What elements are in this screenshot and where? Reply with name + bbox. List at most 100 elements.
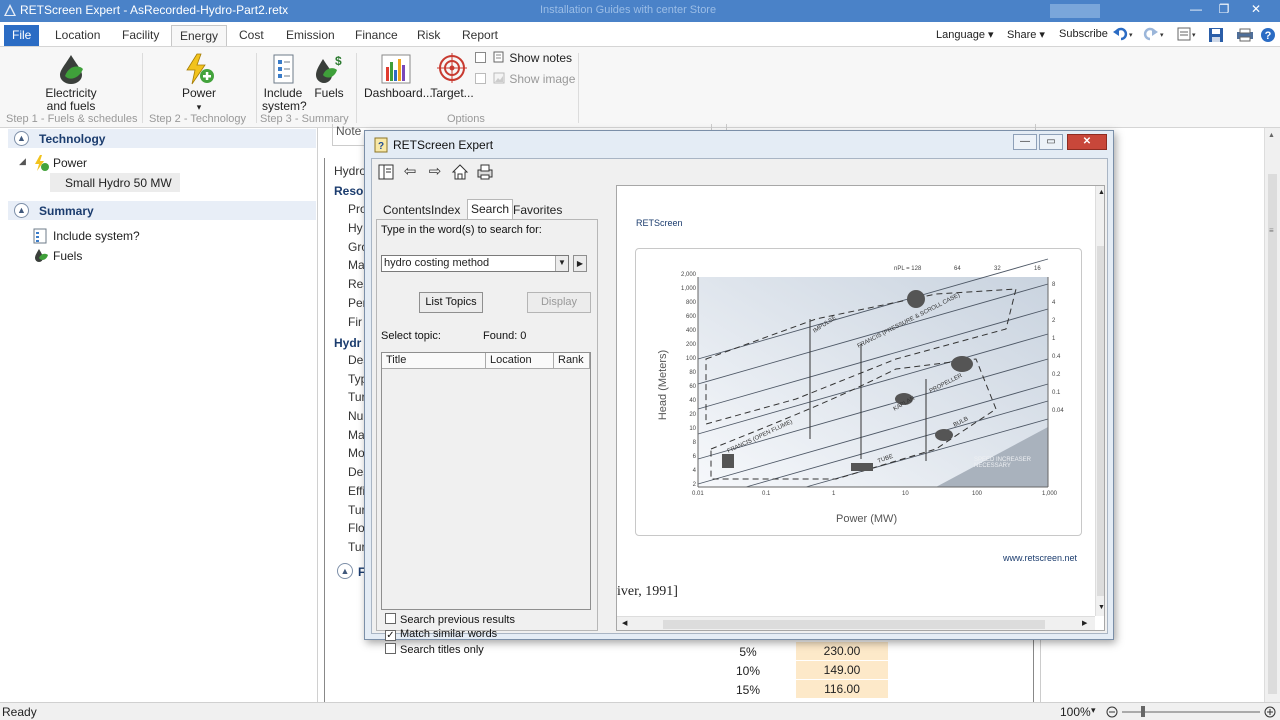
ribbon-separator bbox=[356, 53, 357, 123]
help-tab-contents[interactable]: Contents bbox=[380, 201, 434, 219]
show-image-checkbox[interactable]: Show image bbox=[475, 72, 575, 86]
home-icon[interactable] bbox=[450, 163, 470, 183]
pct-label: 15% bbox=[735, 683, 761, 697]
fuels-icon: $ bbox=[316, 54, 342, 83]
tree-item-small-hydro[interactable]: Small Hydro 50 MW bbox=[65, 176, 172, 190]
tab-risk[interactable]: Risk bbox=[409, 25, 448, 46]
status-bar: Ready 100% ▾ bbox=[0, 702, 1280, 720]
help-tab-index[interactable]: Index bbox=[428, 201, 463, 219]
search-previous-checkbox[interactable]: Search previous results bbox=[385, 613, 515, 626]
column-header-rank[interactable]: Rank bbox=[554, 353, 590, 369]
search-dropdown-icon[interactable]: ▼ bbox=[555, 256, 568, 271]
hide-pane-icon[interactable] bbox=[376, 163, 396, 183]
fuels-button[interactable]: $ Fuels bbox=[312, 53, 346, 100]
save-icon[interactable] bbox=[1208, 27, 1224, 43]
group-label-step1: Step 1 - Fuels & schedules bbox=[6, 113, 138, 125]
target-button[interactable]: Target... bbox=[430, 53, 474, 100]
print-icon[interactable] bbox=[475, 163, 495, 183]
tab-file[interactable]: File bbox=[4, 25, 40, 46]
y-tick-label: 40 bbox=[689, 398, 696, 404]
scroll-up-icon[interactable]: ▲ bbox=[1098, 189, 1104, 196]
scroll-thumb[interactable] bbox=[1097, 246, 1104, 596]
power-button[interactable]: Power ▾ bbox=[176, 53, 222, 114]
row-label: Ma bbox=[348, 428, 365, 442]
scroll-down-icon[interactable]: ▼ bbox=[1098, 604, 1104, 611]
group-label-step2: Step 2 - Technology bbox=[149, 113, 247, 125]
content-vertical-scrollbar[interactable]: ▲ ▼ bbox=[1095, 186, 1104, 616]
match-similar-checkbox[interactable]: ✓ Match similar words bbox=[385, 628, 497, 641]
help-close-button[interactable]: ✕ bbox=[1067, 134, 1107, 150]
zoom-in-icon[interactable] bbox=[1264, 706, 1276, 718]
electricity-fuels-button[interactable]: Electricity and fuels bbox=[40, 53, 102, 113]
summary-section-header[interactable]: ▲ Summary bbox=[8, 201, 316, 220]
tab-facility[interactable]: Facility bbox=[114, 25, 167, 46]
close-button[interactable]: ✕ bbox=[1242, 0, 1270, 20]
collapse-icon[interactable]: ▲ bbox=[14, 203, 29, 218]
right-tick-label: 8 bbox=[1052, 282, 1056, 288]
minimize-button[interactable]: — bbox=[1182, 0, 1210, 20]
main-vertical-scrollbar[interactable]: ▲ ≡ bbox=[1264, 128, 1280, 702]
column-header-location[interactable]: Location bbox=[486, 353, 554, 369]
y-tick-label: 600 bbox=[685, 314, 696, 320]
scroll-right-icon[interactable]: ▶ bbox=[1082, 619, 1087, 627]
help-minimize-button[interactable]: — bbox=[1013, 134, 1037, 150]
undo-icon[interactable]: ▾ bbox=[1112, 26, 1136, 42]
scroll-up-icon[interactable]: ▲ bbox=[1268, 132, 1275, 139]
tree-item-power[interactable]: Power bbox=[53, 156, 87, 170]
value-cell[interactable]: 230.00 bbox=[796, 642, 888, 660]
include-system-button[interactable]: Include system? bbox=[262, 53, 307, 113]
share-menu[interactable]: Share ▾ bbox=[1007, 28, 1045, 41]
tab-cost[interactable]: Cost bbox=[231, 25, 272, 46]
zoom-out-icon[interactable] bbox=[1106, 706, 1118, 718]
search-titles-checkbox[interactable]: Search titles only bbox=[385, 643, 484, 656]
list-topics-button[interactable]: List Topics bbox=[419, 292, 483, 313]
bulb-turbine-icon bbox=[935, 429, 953, 441]
tree-item-include-system[interactable]: Include system? bbox=[53, 229, 140, 243]
background-window-title: Installation Guides with center Store bbox=[540, 4, 717, 16]
help-tab-favorites[interactable]: Favorites bbox=[510, 201, 565, 219]
citation-text: iver, 1991] bbox=[617, 584, 678, 599]
scroll-thumb[interactable] bbox=[1268, 174, 1277, 694]
search-go-icon[interactable]: ▶ bbox=[573, 255, 587, 272]
tab-location[interactable]: Location bbox=[47, 25, 108, 46]
collapse-icon[interactable]: ▲ bbox=[337, 563, 353, 579]
tab-emission[interactable]: Emission bbox=[278, 25, 343, 46]
value-cell[interactable]: 149.00 bbox=[796, 661, 888, 679]
expand-arrow-icon[interactable]: ◢ bbox=[19, 156, 26, 167]
y-axis-label: Head (Meters) bbox=[657, 349, 670, 421]
scroll-left-icon[interactable]: ◀ bbox=[622, 619, 627, 627]
subscribe-link[interactable]: Subscribe bbox=[1059, 28, 1108, 40]
show-notes-checkbox[interactable]: Show notes bbox=[475, 51, 572, 65]
ribbon-separator bbox=[578, 53, 579, 123]
dashboard-button[interactable]: Dashboard... bbox=[364, 53, 433, 100]
divider-line bbox=[324, 158, 325, 702]
redo-icon[interactable]: ▾ bbox=[1143, 26, 1167, 42]
tree-item-fuels[interactable]: Fuels bbox=[53, 249, 82, 263]
maximize-button[interactable]: ❐ bbox=[1210, 0, 1238, 20]
help-tab-search[interactable]: Search bbox=[467, 199, 514, 219]
column-header-title[interactable]: Title bbox=[382, 353, 486, 369]
help-search-input[interactable]: hydro costing method bbox=[381, 255, 569, 272]
print-icon[interactable] bbox=[1236, 28, 1254, 42]
zoom-dropdown-icon[interactable]: ▾ bbox=[1091, 705, 1096, 716]
tab-finance[interactable]: Finance bbox=[347, 25, 406, 46]
forward-icon[interactable]: ⇨ bbox=[425, 163, 445, 183]
content-horizontal-scrollbar[interactable]: ◀ ▶ bbox=[617, 616, 1095, 630]
zoom-slider-thumb[interactable] bbox=[1141, 706, 1145, 717]
scroll-thumb[interactable] bbox=[663, 620, 1045, 629]
back-icon[interactable]: ⇦ bbox=[400, 163, 420, 183]
value-cell[interactable]: 116.00 bbox=[796, 680, 888, 698]
help-maximize-button[interactable]: ▭ bbox=[1039, 134, 1063, 150]
help-content-pane: RETScreen 2,000 1,000 800 600 400 200 10… bbox=[616, 185, 1105, 631]
language-menu[interactable]: Language ▾ bbox=[936, 28, 994, 41]
tab-report[interactable]: Report bbox=[454, 25, 506, 46]
technology-section-header[interactable]: ▲ Technology bbox=[8, 129, 316, 148]
help-icon[interactable]: ? bbox=[1260, 27, 1276, 43]
layout-icon[interactable]: ▾ bbox=[1177, 27, 1199, 42]
bar-chart-icon bbox=[381, 54, 411, 84]
topic-list[interactable]: Title Location Rank bbox=[381, 352, 591, 610]
row-label: Effi bbox=[348, 484, 366, 498]
collapse-icon[interactable]: ▲ bbox=[14, 131, 29, 146]
display-button[interactable]: Display bbox=[527, 292, 591, 313]
tab-energy[interactable]: Energy bbox=[171, 25, 228, 46]
